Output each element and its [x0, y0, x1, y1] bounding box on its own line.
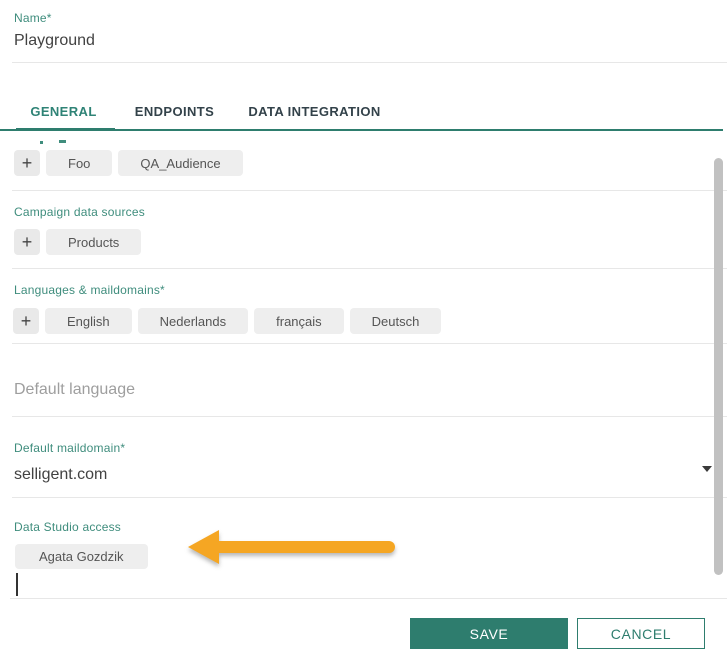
plus-icon: + — [21, 153, 33, 173]
tab-endpoints[interactable]: ENDPOINTS — [127, 93, 222, 129]
save-button[interactable]: SAVE — [410, 618, 568, 649]
clipped-text-fragment — [59, 140, 66, 143]
default-language-input[interactable] — [14, 375, 554, 405]
arrow-tail — [217, 541, 395, 553]
campaign-data-sources-row: + Products — [14, 229, 142, 255]
data-source-chip[interactable]: Products — [46, 229, 142, 255]
vertical-scrollbar-thumb[interactable] — [714, 158, 723, 575]
languages-maildomains-label: Languages & maildomains* — [14, 283, 165, 297]
audience-chip[interactable]: QA_Audience — [118, 150, 243, 176]
plus-icon: + — [20, 311, 32, 331]
annotation-arrow-left-icon — [188, 530, 396, 564]
cancel-button[interactable]: CANCEL — [577, 618, 705, 649]
divider — [10, 598, 727, 599]
audience-chip-row: + Foo QA_Audience — [14, 150, 243, 176]
add-data-source-button[interactable]: + — [14, 229, 40, 255]
language-chip[interactable]: Nederlands — [137, 308, 249, 334]
name-field-label: Name* — [14, 11, 52, 25]
name-input[interactable]: Playground — [14, 32, 95, 50]
data-studio-user-chip[interactable]: Agata Gozdzik — [15, 544, 148, 569]
default-maildomain-select[interactable]: selligent.com — [14, 466, 107, 484]
tab-general[interactable]: GENERAL — [12, 93, 115, 129]
add-language-button[interactable]: + — [13, 308, 39, 334]
divider — [12, 343, 727, 344]
add-audience-button[interactable]: + — [14, 150, 40, 176]
campaign-data-sources-label: Campaign data sources — [14, 205, 145, 219]
arrow-head — [188, 530, 219, 564]
text-cursor — [16, 573, 18, 596]
data-studio-access-row: Agata Gozdzik — [15, 544, 148, 569]
default-maildomain-label: Default maildomain* — [14, 441, 126, 455]
divider — [12, 62, 727, 63]
plus-icon: + — [21, 232, 33, 252]
tab-bar: GENERAL ENDPOINTS DATA INTEGRATION — [12, 93, 395, 129]
language-chip[interactable]: Deutsch — [349, 308, 442, 334]
divider — [12, 190, 727, 191]
language-chip[interactable]: English — [45, 308, 132, 334]
clipped-text-fragment — [40, 141, 43, 144]
audience-chip[interactable]: Foo — [46, 150, 113, 176]
languages-chip-row: + English Nederlands français Deutsch — [13, 308, 442, 334]
divider — [12, 416, 727, 417]
divider — [12, 497, 727, 498]
tab-data-integration[interactable]: DATA INTEGRATION — [234, 93, 395, 129]
data-studio-access-label: Data Studio access — [14, 520, 121, 534]
language-chip[interactable]: français — [254, 308, 344, 334]
chevron-down-icon[interactable] — [702, 466, 712, 472]
divider — [12, 268, 727, 269]
active-tab-underline — [16, 128, 115, 131]
